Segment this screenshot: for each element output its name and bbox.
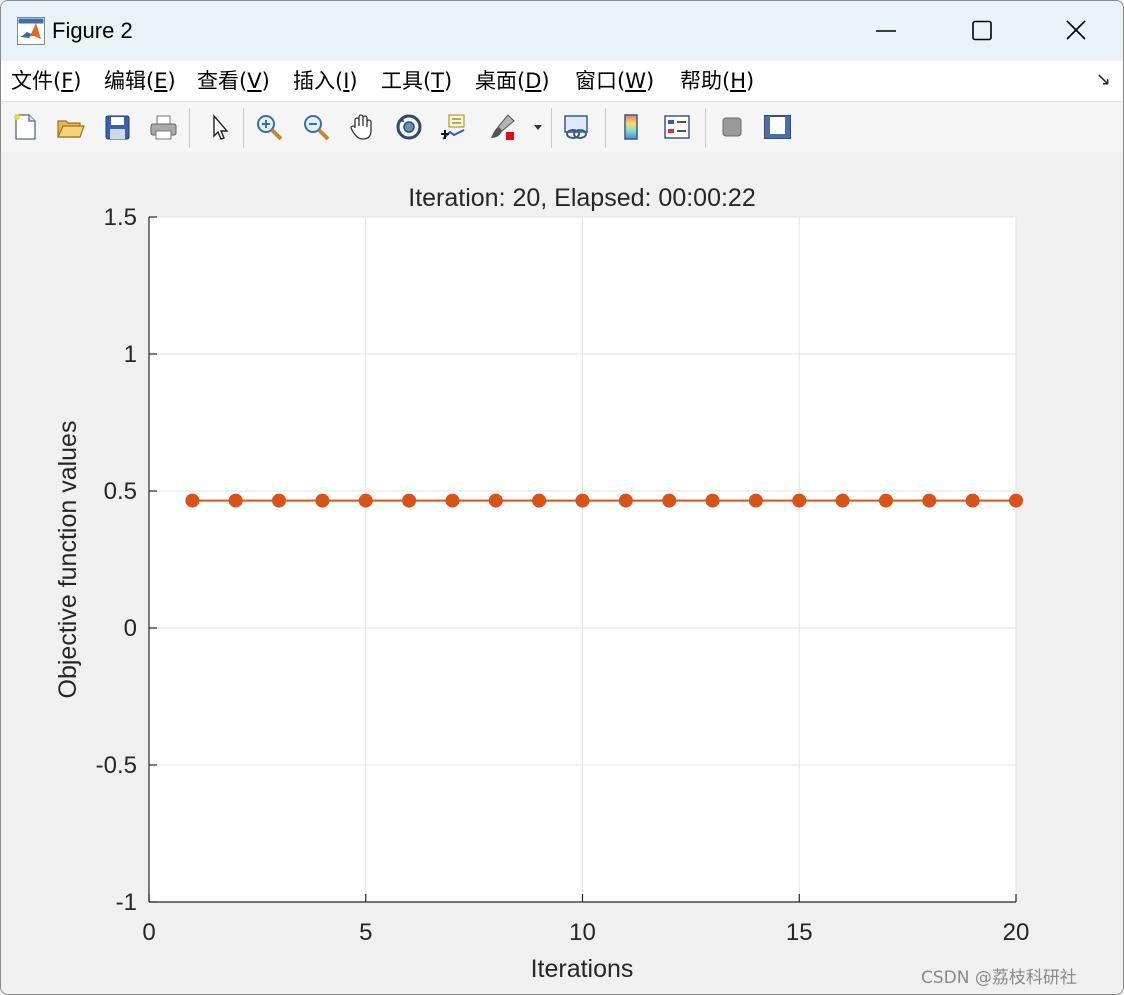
- figure-window: Figure 2 文件(F) 编辑(E) 查看(V) 插入(I) 工具(T) 桌…: [0, 0, 1124, 995]
- data-point: [705, 493, 720, 508]
- data-point: [618, 493, 633, 508]
- data-point: [315, 493, 330, 508]
- data-point: [965, 493, 980, 508]
- toolbar-separator: [243, 108, 244, 148]
- rotate-3d-icon: [396, 114, 422, 140]
- toolbar-separator: [705, 108, 706, 148]
- colorbar-icon: [624, 114, 638, 140]
- menu-insert[interactable]: 插入(I): [293, 65, 358, 97]
- new-figure-icon: [14, 114, 36, 140]
- y-tick-label: 1: [124, 341, 137, 368]
- menu-edit[interactable]: 编辑(E): [104, 65, 176, 97]
- x-tick-label: 20: [1003, 919, 1030, 946]
- x-axis-label: Iterations: [531, 955, 634, 983]
- x-tick-label: 0: [142, 919, 155, 946]
- select-button[interactable]: [201, 108, 237, 146]
- menu-tools[interactable]: 工具(T): [381, 65, 452, 97]
- data-point: [185, 493, 200, 508]
- print-button[interactable]: [145, 108, 181, 146]
- chart-title: Iteration: 20, Elapsed: 00:00:22: [408, 184, 755, 212]
- show-plot-tools-button[interactable]: [759, 108, 795, 146]
- minimize-icon: [876, 30, 896, 32]
- link-plot-button[interactable]: [558, 108, 594, 146]
- data-cursor-icon: [441, 114, 465, 140]
- maximize-icon: [972, 20, 992, 41]
- maximize-button[interactable]: [959, 13, 1005, 49]
- figure-canvas: 0 5 10 15 20 -1 -0.5 0 0.5 1 1.5 Iteration: 20, El…: [1, 152, 1123, 994]
- select-arrow-icon: [213, 114, 229, 140]
- menu-help[interactable]: 帮助(H): [680, 65, 754, 97]
- menu-bar: 文件(F) 编辑(E) 查看(V) 插入(I) 工具(T) 桌面(D) 窗口(W…: [1, 61, 1123, 101]
- data-point: [835, 493, 850, 508]
- minimize-button[interactable]: [863, 13, 909, 49]
- window-title: Figure 2: [52, 18, 133, 43]
- data-point: [748, 493, 763, 508]
- new-figure-button[interactable]: [7, 108, 43, 146]
- dock-arrow-icon[interactable]: ↘: [1096, 69, 1111, 90]
- zoom-out-button[interactable]: [298, 108, 334, 146]
- close-button[interactable]: [1053, 13, 1099, 49]
- y-tick-label: -1: [116, 889, 137, 916]
- data-point: [792, 493, 807, 508]
- data-point: [662, 493, 677, 508]
- y-tick-label: 0: [124, 615, 137, 642]
- hide-plot-tools-icon: [722, 117, 742, 137]
- y-tick-label: 1.5: [104, 204, 137, 231]
- toolbar-separator: [605, 108, 606, 148]
- data-point: [228, 493, 243, 508]
- menu-desktop[interactable]: 桌面(D): [475, 65, 550, 97]
- link-plot-icon: [564, 115, 588, 139]
- toolbar-separator: [551, 108, 552, 148]
- data-point: [272, 493, 287, 508]
- data-point: [358, 493, 373, 508]
- data-point: [488, 493, 503, 508]
- title-bar[interactable]: Figure 2: [1, 1, 1123, 61]
- plot-axes[interactable]: 0 5 10 15 20 -1 -0.5 0 0.5 1 1.5 Iteration: 20, El…: [1, 152, 1123, 994]
- brush-icon: [491, 114, 515, 140]
- menu-window[interactable]: 窗口(W): [575, 65, 654, 97]
- matlab-logo-icon: [17, 17, 45, 45]
- rotate-button[interactable]: [391, 108, 427, 146]
- data-point: [878, 493, 893, 508]
- y-tick-label: 0.5: [104, 478, 137, 505]
- x-tick-label: 10: [569, 919, 596, 946]
- watermark: CSDN @荔枝科研社: [921, 968, 1077, 988]
- close-icon: [1066, 20, 1086, 40]
- y-axis-label: Objective function values: [54, 421, 82, 699]
- data-point: [1009, 493, 1023, 508]
- pan-hand-icon: [350, 114, 372, 140]
- x-tick-label: 5: [359, 919, 372, 946]
- figure-toolbar: [1, 101, 1123, 153]
- zoom-in-icon: [257, 115, 283, 141]
- brush-button[interactable]: [485, 108, 521, 146]
- colorbar-button[interactable]: [613, 108, 649, 146]
- data-point: [575, 493, 590, 508]
- zoom-out-icon: [304, 115, 330, 141]
- save-icon: [105, 115, 130, 140]
- data-point: [402, 493, 417, 508]
- menu-file[interactable]: 文件(F): [11, 65, 82, 97]
- menu-view[interactable]: 查看(V): [197, 65, 270, 97]
- data-point: [922, 493, 937, 508]
- toolbar-separator: [189, 108, 190, 148]
- print-icon: [150, 115, 177, 140]
- open-file-icon: [57, 120, 85, 138]
- hide-plot-tools-button[interactable]: [714, 108, 750, 146]
- y-tick-label: -0.5: [96, 752, 137, 779]
- save-button[interactable]: [99, 108, 135, 146]
- data-point: [532, 493, 547, 508]
- open-file-button[interactable]: [52, 108, 88, 146]
- data-cursor-button[interactable]: [437, 108, 473, 146]
- zoom-in-button[interactable]: [251, 108, 287, 146]
- brush-dropdown-button[interactable]: [528, 108, 546, 146]
- brush-dropdown-icon: [534, 125, 542, 130]
- pan-button[interactable]: [344, 108, 380, 146]
- legend-button[interactable]: [659, 108, 695, 146]
- show-plot-tools-icon: [764, 115, 791, 139]
- x-tick-label: 15: [786, 919, 813, 946]
- data-point: [445, 493, 460, 508]
- legend-icon: [664, 115, 690, 139]
